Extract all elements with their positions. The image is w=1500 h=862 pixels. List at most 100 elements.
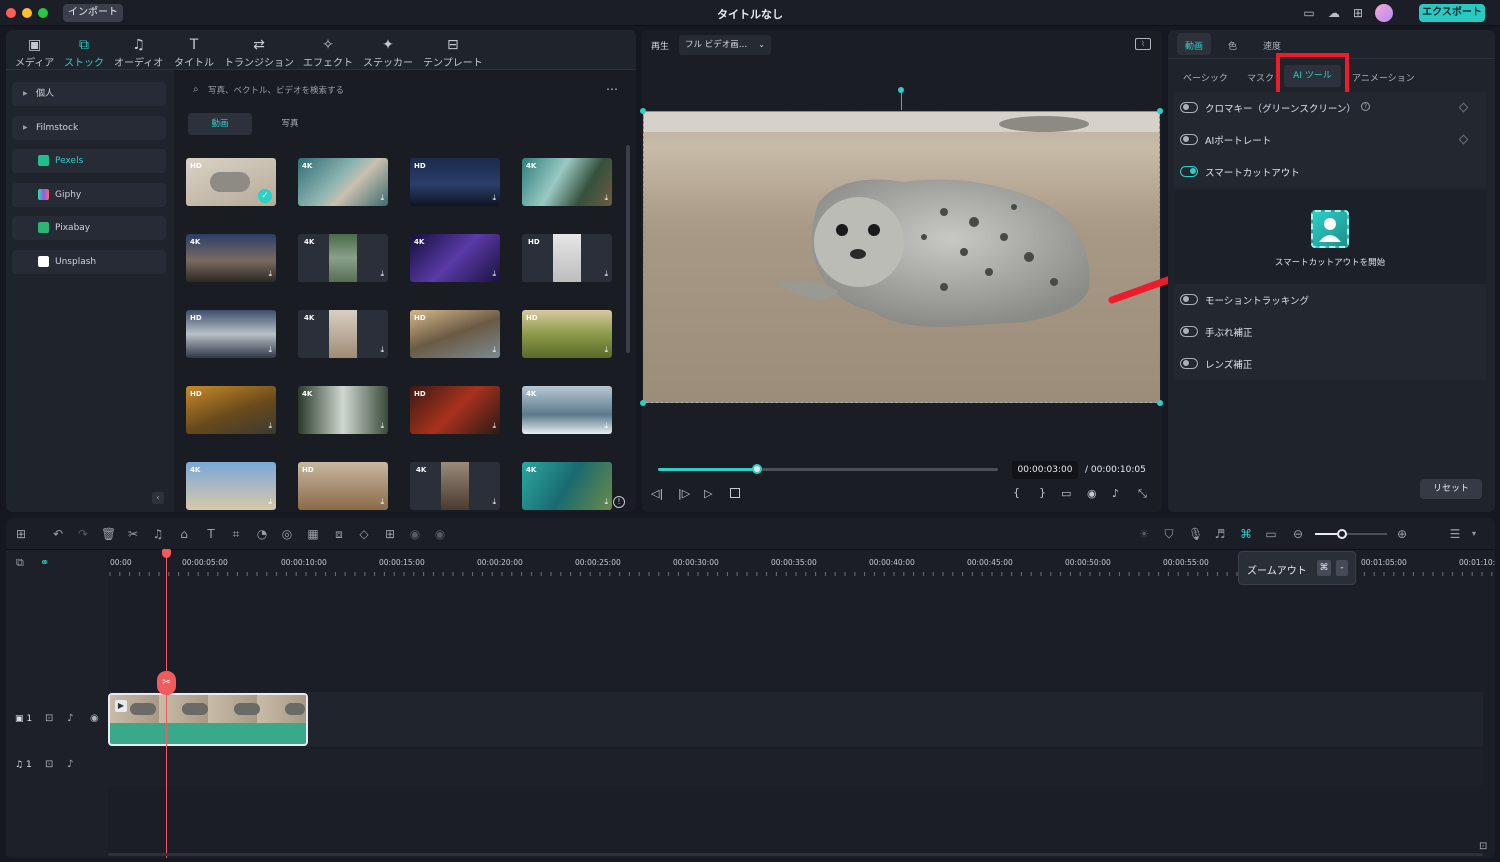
smart-cutout-button[interactable]	[1311, 210, 1349, 248]
chevron-down-icon[interactable]: ▾	[1472, 529, 1476, 538]
sidebar-item-personal[interactable]: ▶ 個人	[12, 82, 166, 106]
download-icon[interactable]: ⤓	[380, 421, 384, 431]
display-icon[interactable]: ▭	[1061, 487, 1071, 500]
grid-icon[interactable]: ⊞	[1351, 6, 1365, 20]
ai-copy-icon[interactable]: ◉	[433, 527, 447, 541]
camera-icon[interactable]: ◉	[1087, 487, 1097, 500]
download-icon[interactable]: ⤓	[268, 497, 272, 507]
stock-thumbnail[interactable]: 4K ⤓	[186, 462, 276, 510]
layout-grid-icon[interactable]: ⊞	[14, 527, 28, 541]
fullscreen-icon[interactable]: ⤡	[1138, 487, 1147, 501]
sidebar-item-filmstock[interactable]: ▶ Filmstock	[12, 116, 166, 140]
fit-icon[interactable]: ⧈	[332, 527, 346, 541]
stock-thumbnail[interactable]: HD ⤓	[522, 234, 612, 282]
volume-icon[interactable]: ♪	[67, 759, 73, 770]
cut-icon[interactable]: ✂	[126, 527, 140, 541]
tab-photo[interactable]: 写真	[258, 113, 322, 135]
stock-thumbnail[interactable]: HD ⤓	[298, 462, 388, 510]
tool-stock[interactable]: ⧉ ストック	[64, 36, 104, 69]
playhead-head[interactable]	[162, 549, 171, 558]
snap-icon[interactable]: ⌘	[1239, 527, 1253, 541]
stock-thumbnail[interactable]: 4K ⤓	[298, 158, 388, 206]
info-icon[interactable]: !	[613, 496, 625, 508]
tool-audio[interactable]: ♫ オーディオ	[114, 36, 163, 69]
zoom-knob[interactable]	[1337, 529, 1347, 539]
stabilization-toggle[interactable]	[1180, 326, 1198, 337]
resize-handle[interactable]	[640, 400, 646, 406]
shield-icon[interactable]: ⛉	[1162, 527, 1176, 541]
download-icon[interactable]: ⤓	[380, 269, 384, 279]
video-frame[interactable]	[643, 111, 1160, 403]
stock-search-input[interactable]: 写真、ベクトル、ビデオを検索する	[208, 84, 588, 98]
tag-icon[interactable]: ⌂	[177, 527, 191, 541]
sidebar-item-pexels[interactable]: Pexels	[12, 149, 166, 173]
smart-cutout-toggle[interactable]	[1180, 166, 1198, 177]
eye-icon[interactable]: ◉	[90, 713, 99, 724]
lock-icon[interactable]: ⊡	[45, 759, 53, 770]
stop-icon[interactable]	[730, 488, 740, 498]
playback-knob[interactable]	[751, 464, 762, 474]
stock-thumbnail[interactable]: 4K ⤓	[186, 234, 276, 282]
stock-thumbnail[interactable]: HD ✓	[186, 158, 276, 206]
download-icon[interactable]: ⤓	[268, 269, 272, 279]
lens-correction-toggle[interactable]	[1180, 358, 1198, 369]
chroma-key-toggle[interactable]	[1180, 102, 1198, 113]
stock-thumbnail[interactable]: 4K ⤓	[298, 310, 388, 358]
speed-icon[interactable]: ◔	[255, 527, 269, 541]
keyframe-tool-icon[interactable]: ◇	[357, 527, 371, 541]
mic-icon[interactable]: 🎙	[1188, 527, 1203, 541]
tab-color[interactable]: 色	[1228, 39, 1237, 52]
audio-mix-icon[interactable]: ♬	[1213, 527, 1227, 541]
zoom-in-icon[interactable]: ⊕	[1395, 527, 1409, 541]
stock-thumbnail[interactable]: 4K ⤓	[522, 386, 612, 434]
play-reverse-icon[interactable]: |▷	[678, 487, 690, 500]
quality-select[interactable]: フル ビデオ画… ⌄	[679, 35, 771, 55]
download-icon[interactable]: ⤓	[604, 497, 608, 507]
stock-thumbnail[interactable]: 4K ⤓	[410, 234, 500, 282]
layout-icon[interactable]: ▭	[1302, 6, 1316, 20]
rotate-handle-knob[interactable]	[898, 87, 904, 93]
resize-handle[interactable]	[1157, 108, 1163, 114]
tool-effect[interactable]: ✧ エフェクト	[303, 36, 353, 69]
play-icon[interactable]: ▷	[704, 487, 712, 500]
green-screen-icon[interactable]: ▦	[306, 527, 320, 541]
download-icon[interactable]: ⤓	[492, 269, 496, 279]
cloud-icon[interactable]: ☁	[1327, 6, 1341, 20]
resize-handle[interactable]	[640, 108, 646, 114]
mark-in-icon[interactable]: {	[1013, 486, 1020, 499]
subtab-animation[interactable]: アニメーション	[1352, 71, 1415, 84]
timeline-scrollbar[interactable]	[108, 853, 1483, 856]
tool-template[interactable]: ⊟ テンプレート	[423, 36, 483, 69]
stock-thumbnail[interactable]: HD ⤓	[186, 386, 276, 434]
subtab-ai-tools[interactable]: AI ツール	[1284, 65, 1341, 87]
download-icon[interactable]: ⤓	[380, 193, 384, 203]
more-options-icon[interactable]: ⋯	[606, 82, 618, 96]
download-icon[interactable]: ⤓	[604, 193, 608, 203]
fit-timeline-icon[interactable]: ⊡	[1479, 841, 1487, 852]
ai-portrait-toggle[interactable]	[1180, 134, 1198, 145]
video-clip[interactable]: ▶	[108, 693, 308, 746]
download-icon[interactable]: ⤓	[492, 421, 496, 431]
audio-detach-icon[interactable]: ♫	[151, 527, 165, 541]
resize-handle[interactable]	[1157, 400, 1163, 406]
zoom-out-icon[interactable]: ⊖	[1291, 527, 1305, 541]
download-icon[interactable]: ⤓	[380, 497, 384, 507]
ai-icon[interactable]: ◉	[408, 527, 422, 541]
rotate-handle[interactable]	[901, 90, 902, 110]
tab-video[interactable]: 動画	[188, 113, 252, 135]
tool-title[interactable]: T タイトル	[174, 36, 214, 69]
track-height-icon[interactable]: ☰	[1448, 527, 1462, 541]
download-icon[interactable]: ⤓	[604, 345, 608, 355]
download-icon[interactable]: ⤓	[604, 421, 608, 431]
download-icon[interactable]: ⤓	[268, 421, 272, 431]
delete-icon[interactable]: 🗑	[101, 527, 116, 541]
stock-thumbnail[interactable]: HD ⤓	[186, 310, 276, 358]
sidebar-item-giphy[interactable]: Giphy	[12, 183, 166, 207]
collapse-sidebar-button[interactable]: ‹	[152, 492, 164, 504]
download-icon[interactable]: ⤓	[492, 193, 496, 203]
motion-tracking-toggle[interactable]	[1180, 294, 1198, 305]
download-icon[interactable]: ⤓	[492, 345, 496, 355]
help-icon[interactable]: ?	[1361, 102, 1370, 111]
sidebar-item-pixabay[interactable]: Pixabay	[12, 216, 166, 240]
tab-video-properties[interactable]: 動画	[1185, 39, 1203, 52]
